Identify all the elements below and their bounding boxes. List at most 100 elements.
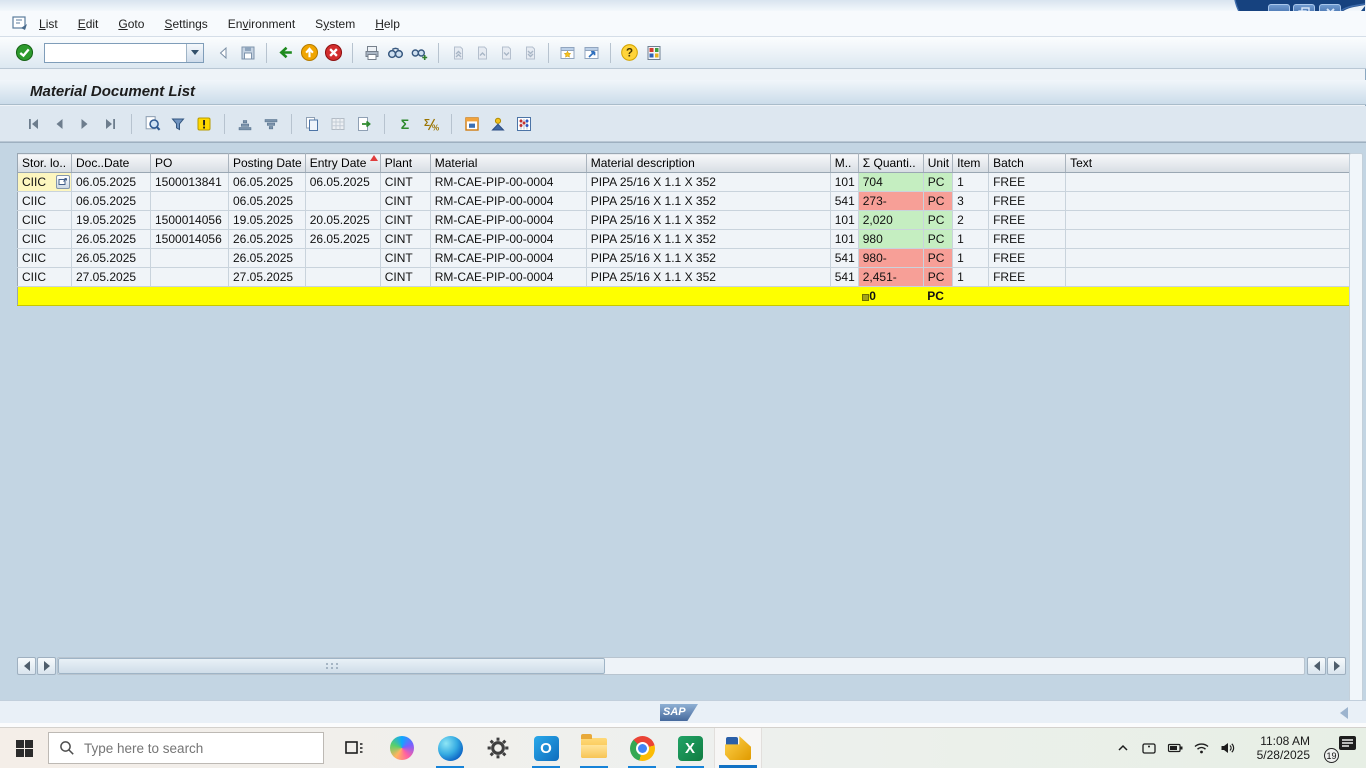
entry-date-cell[interactable]: 20.05.2025	[305, 211, 380, 230]
chrome-button[interactable]	[618, 728, 666, 768]
graphic-button[interactable]	[513, 113, 535, 134]
doc-date-cell[interactable]: 27.05.2025	[72, 268, 151, 287]
po-cell[interactable]: 1500013841	[151, 173, 229, 192]
tray-chevron-button[interactable]	[1114, 739, 1132, 757]
start-button[interactable]	[0, 728, 48, 768]
plant-cell[interactable]: CINT	[380, 230, 430, 249]
material-cell[interactable]: RM-CAE-PIP-00-0004	[430, 249, 586, 268]
col-header-posting-date[interactable]: Posting Date	[229, 154, 306, 173]
menu-system[interactable]: System	[305, 14, 365, 34]
material-cell[interactable]: RM-CAE-PIP-00-0004	[430, 268, 586, 287]
taskbar-clock[interactable]: 11:08 AM 5/28/2025	[1244, 734, 1310, 762]
menu-settings[interactable]: Settings	[154, 14, 217, 34]
unit-cell[interactable]: PC	[923, 173, 952, 192]
quantity-cell[interactable]: 704	[858, 173, 923, 192]
help-button[interactable]: ?	[619, 43, 640, 63]
notification-center-button[interactable]: 19	[1324, 733, 1358, 763]
excel-button[interactable]: X	[666, 728, 714, 768]
scroll-left-end-button[interactable]	[1307, 657, 1326, 675]
entry-date-cell[interactable]	[305, 192, 380, 211]
next-entry-button[interactable]	[74, 113, 96, 134]
table-view-button[interactable]	[327, 113, 349, 134]
col-header-quantity[interactable]: Σ Quanti..	[858, 154, 923, 173]
copy-button[interactable]	[301, 113, 323, 134]
total-unit-cell[interactable]: PC	[923, 287, 952, 306]
storage-location-cell[interactable]: CIIC	[18, 230, 72, 249]
storage-location-cell[interactable]: CIIC	[18, 249, 72, 268]
command-field[interactable]	[44, 43, 204, 63]
text-cell[interactable]	[1066, 173, 1352, 192]
system-menu-icon[interactable]	[12, 16, 29, 31]
batch-cell[interactable]: FREE	[989, 192, 1066, 211]
next-page-button[interactable]	[495, 43, 516, 63]
col-header-unit[interactable]: Unit	[923, 154, 952, 173]
posting-date-cell[interactable]: 27.05.2025	[229, 268, 306, 287]
item-cell[interactable]: 1	[953, 268, 989, 287]
doc-date-cell[interactable]: 26.05.2025	[72, 249, 151, 268]
volume-button[interactable]	[1218, 739, 1236, 757]
abc-analysis-button[interactable]	[487, 113, 509, 134]
doc-date-cell[interactable]: 06.05.2025	[72, 192, 151, 211]
storage-location-cell-selected[interactable]: CIIC	[18, 173, 72, 192]
doc-date-cell[interactable]: 06.05.2025	[72, 173, 151, 192]
scroll-left-button[interactable]	[17, 657, 36, 675]
text-cell[interactable]	[1066, 211, 1352, 230]
po-cell[interactable]	[151, 268, 229, 287]
task-view-button[interactable]	[330, 728, 378, 768]
exit-button[interactable]	[299, 43, 320, 63]
export-button[interactable]	[353, 113, 375, 134]
find-button[interactable]	[385, 43, 406, 63]
first-entry-button[interactable]	[22, 113, 44, 134]
movement-type-cell[interactable]: 101	[830, 211, 858, 230]
posting-date-cell[interactable]: 19.05.2025	[229, 211, 306, 230]
save-button[interactable]	[237, 43, 258, 63]
col-header-material[interactable]: Material	[430, 154, 586, 173]
material-description-cell[interactable]: PIPA 25/16 X 1.1 X 352	[586, 268, 830, 287]
storage-location-cell[interactable]: CIIC	[18, 268, 72, 287]
total-quantity-cell[interactable]: 0	[858, 287, 923, 306]
po-cell[interactable]: 1500014056	[151, 211, 229, 230]
previous-page-button[interactable]	[471, 43, 492, 63]
movement-type-cell[interactable]: 101	[830, 173, 858, 192]
set-filter-button[interactable]	[167, 113, 189, 134]
col-header-plant[interactable]: Plant	[380, 154, 430, 173]
sap-logon-button[interactable]	[714, 728, 762, 768]
movement-type-cell[interactable]: 541	[830, 268, 858, 287]
item-cell[interactable]: 3	[953, 192, 989, 211]
enter-button[interactable]	[14, 43, 35, 63]
unit-cell[interactable]: PC	[923, 230, 952, 249]
quantity-cell[interactable]: 980	[858, 230, 923, 249]
batch-cell[interactable]: FREE	[989, 173, 1066, 192]
subtotal-button[interactable]: Σ %	[420, 113, 442, 134]
plant-cell[interactable]: CINT	[380, 173, 430, 192]
customize-layout-button[interactable]	[643, 43, 664, 63]
file-explorer-button[interactable]	[570, 728, 618, 768]
entry-date-cell[interactable]	[305, 249, 380, 268]
meet-now-button[interactable]	[1140, 739, 1158, 757]
movement-type-cell[interactable]: 541	[830, 192, 858, 211]
doc-date-cell[interactable]: 26.05.2025	[72, 230, 151, 249]
horizontal-scrollbar-track[interactable]	[57, 657, 1305, 675]
scroll-right-end-button[interactable]	[1327, 657, 1346, 675]
batch-cell[interactable]: FREE	[989, 211, 1066, 230]
new-session-button[interactable]	[557, 43, 578, 63]
posting-date-cell[interactable]: 26.05.2025	[229, 249, 306, 268]
menu-environment[interactable]: Environment	[218, 14, 305, 34]
quantity-cell[interactable]: 2,020	[858, 211, 923, 230]
last-entry-button[interactable]	[100, 113, 122, 134]
print-button[interactable]	[361, 43, 382, 63]
horizontal-scrollbar-thumb[interactable]	[58, 658, 605, 674]
scroll-right-button[interactable]	[37, 657, 56, 675]
search-input[interactable]	[84, 741, 284, 756]
posting-date-cell[interactable]: 06.05.2025	[229, 192, 306, 211]
movement-type-cell[interactable]: 101	[830, 230, 858, 249]
posting-date-cell[interactable]: 06.05.2025	[229, 173, 306, 192]
col-header-movement-type[interactable]: M..	[830, 154, 858, 173]
copilot-button[interactable]	[378, 728, 426, 768]
previous-entry-button[interactable]	[48, 113, 70, 134]
text-cell[interactable]	[1066, 230, 1352, 249]
last-page-button[interactable]	[519, 43, 540, 63]
material-description-cell[interactable]: PIPA 25/16 X 1.1 X 352	[586, 192, 830, 211]
plant-cell[interactable]: CINT	[380, 268, 430, 287]
settings-button[interactable]	[474, 728, 522, 768]
